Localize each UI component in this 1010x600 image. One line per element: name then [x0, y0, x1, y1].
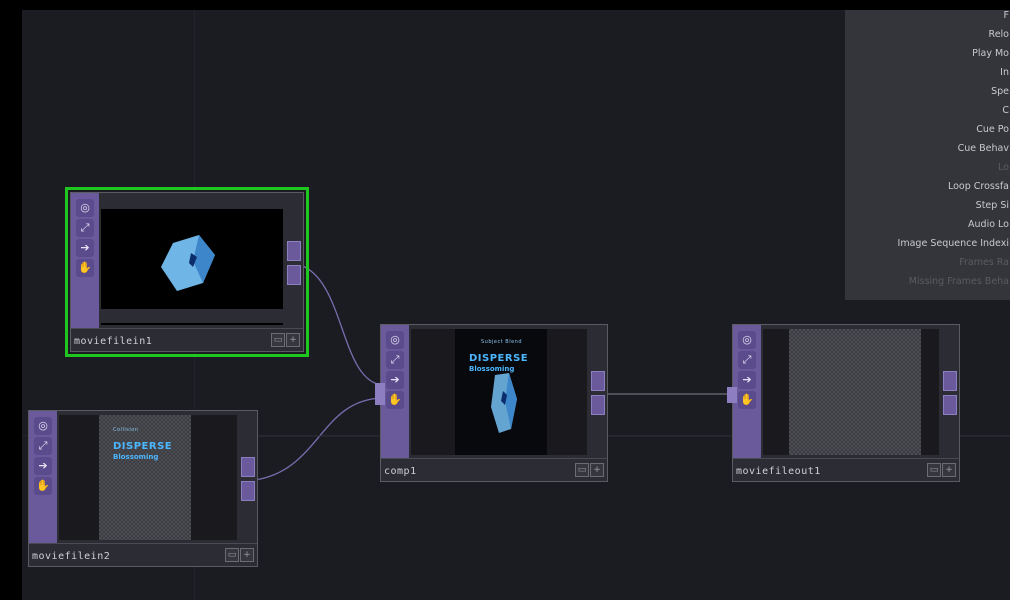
- node-label[interactable]: moviefilein2: [32, 551, 110, 562]
- display-icon[interactable]: ➔: [34, 457, 52, 475]
- bypass-icon[interactable]: ⤢: [34, 437, 52, 455]
- output-connector[interactable]: [287, 265, 301, 285]
- cube-preview: [101, 197, 283, 323]
- param-label[interactable]: Missing Frames Beha: [844, 276, 1010, 295]
- param-label[interactable]: Play Mo: [844, 48, 1010, 67]
- display-icon[interactable]: ➔: [386, 371, 404, 389]
- viewer-icon[interactable]: ◎: [738, 331, 756, 349]
- display-icon[interactable]: ➔: [738, 371, 756, 389]
- display-icon[interactable]: ➔: [76, 239, 94, 257]
- wire-moviefilein1-to-comp1: [299, 264, 383, 386]
- output-connector[interactable]: [287, 241, 301, 261]
- node-expand-icon[interactable]: +: [590, 463, 604, 477]
- input-connector[interactable]: [727, 387, 737, 403]
- param-label[interactable]: Frames Ra: [844, 257, 1010, 276]
- parameter-panel: F Relo Play Mo In Spe C Cue Po Cue Behav…: [845, 10, 1010, 300]
- node-flag-icon[interactable]: ▭: [271, 333, 285, 347]
- node-toolbar: ◎ ⤢ ➔ ✋: [381, 325, 409, 459]
- output-connector[interactable]: [943, 395, 957, 415]
- bypass-icon[interactable]: ⤢: [738, 351, 756, 369]
- node-moviefileout1[interactable]: ◎ ⤢ ➔ ✋ moviefileout1 ▭ +: [727, 324, 960, 482]
- poster-preview: Collision DISPERSE Blossoming: [99, 415, 191, 540]
- node-flag-icon[interactable]: ▭: [575, 463, 589, 477]
- output-connector[interactable]: [591, 371, 605, 391]
- node-expand-icon[interactable]: +: [286, 333, 300, 347]
- viewer-icon[interactable]: ◎: [386, 331, 404, 349]
- node-label[interactable]: moviefileout1: [736, 466, 821, 477]
- node-moviefilein1[interactable]: ◎ ⤢ ➔ ✋ moviefilein1 ▭ +: [65, 187, 309, 357]
- output-connector[interactable]: [241, 457, 255, 477]
- lock-icon[interactable]: ✋: [76, 259, 94, 277]
- bypass-icon[interactable]: ⤢: [76, 219, 94, 237]
- lock-icon[interactable]: ✋: [386, 391, 404, 409]
- output-connector[interactable]: [241, 481, 255, 501]
- param-label[interactable]: Cue Behav: [844, 143, 1010, 162]
- node-label[interactable]: comp1: [384, 466, 417, 477]
- param-label[interactable]: Spe: [844, 86, 1010, 105]
- param-label[interactable]: F: [844, 10, 1010, 29]
- param-label[interactable]: Step Si: [844, 200, 1010, 219]
- output-connector[interactable]: [943, 371, 957, 391]
- viewer-icon[interactable]: ◎: [34, 417, 52, 435]
- node-toolbar: ◎ ⤢ ➔ ✋: [733, 325, 761, 459]
- node-viewer: [101, 197, 283, 325]
- node-expand-icon[interactable]: +: [240, 548, 254, 562]
- poster-title: DISPERSE: [113, 441, 173, 452]
- node-flag-icon[interactable]: ▭: [927, 463, 941, 477]
- node-expand-icon[interactable]: +: [942, 463, 956, 477]
- param-label[interactable]: Audio Lo: [844, 219, 1010, 238]
- node-flag-icon[interactable]: ▭: [225, 548, 239, 562]
- node-toolbar: ◎ ⤢ ➔ ✋: [29, 411, 57, 544]
- poster-preview: Subject Blend DISPERSE Blossoming: [455, 329, 547, 455]
- node-viewer: [763, 329, 939, 455]
- param-label[interactable]: Image Sequence Indexi: [844, 238, 1010, 257]
- node-comp1[interactable]: ◎ ⤢ ➔ ✋ Subject Blend DISPERSE Blossomin…: [375, 324, 608, 482]
- node-viewer: Collision DISPERSE Blossoming: [59, 415, 237, 540]
- node-viewer: Subject Blend DISPERSE Blossoming: [411, 329, 587, 455]
- network-editor: ◎ ⤢ ➔ ✋ moviefilein1 ▭ + ◎ ⤢ ➔ ✋ Collisi…: [0, 0, 1010, 600]
- viewer-icon[interactable]: ◎: [76, 199, 94, 217]
- checker-preview: [789, 329, 921, 455]
- node-label[interactable]: moviefilein1: [74, 336, 152, 347]
- param-label[interactable]: Cue Po: [844, 124, 1010, 143]
- param-label[interactable]: Relo: [844, 29, 1010, 48]
- lock-icon[interactable]: ✋: [738, 391, 756, 409]
- node-moviefilein2[interactable]: ◎ ⤢ ➔ ✋ Collision DISPERSE Blossoming mo…: [28, 410, 258, 567]
- poster-subtitle: Blossoming: [113, 453, 159, 461]
- param-label[interactable]: Lo: [844, 162, 1010, 181]
- poster-top-text: Collision: [113, 427, 139, 433]
- param-label[interactable]: Loop Crossfa: [844, 181, 1010, 200]
- input-connector[interactable]: [375, 383, 385, 405]
- output-connector[interactable]: [591, 395, 605, 415]
- node-toolbar: ◎ ⤢ ➔ ✋: [71, 193, 99, 329]
- bypass-icon[interactable]: ⤢: [386, 351, 404, 369]
- param-label[interactable]: In: [844, 67, 1010, 86]
- cube-overlay: [491, 373, 517, 433]
- lock-icon[interactable]: ✋: [34, 477, 52, 495]
- wire-moviefilein2-to-comp1: [254, 397, 383, 481]
- param-label[interactable]: C: [844, 105, 1010, 124]
